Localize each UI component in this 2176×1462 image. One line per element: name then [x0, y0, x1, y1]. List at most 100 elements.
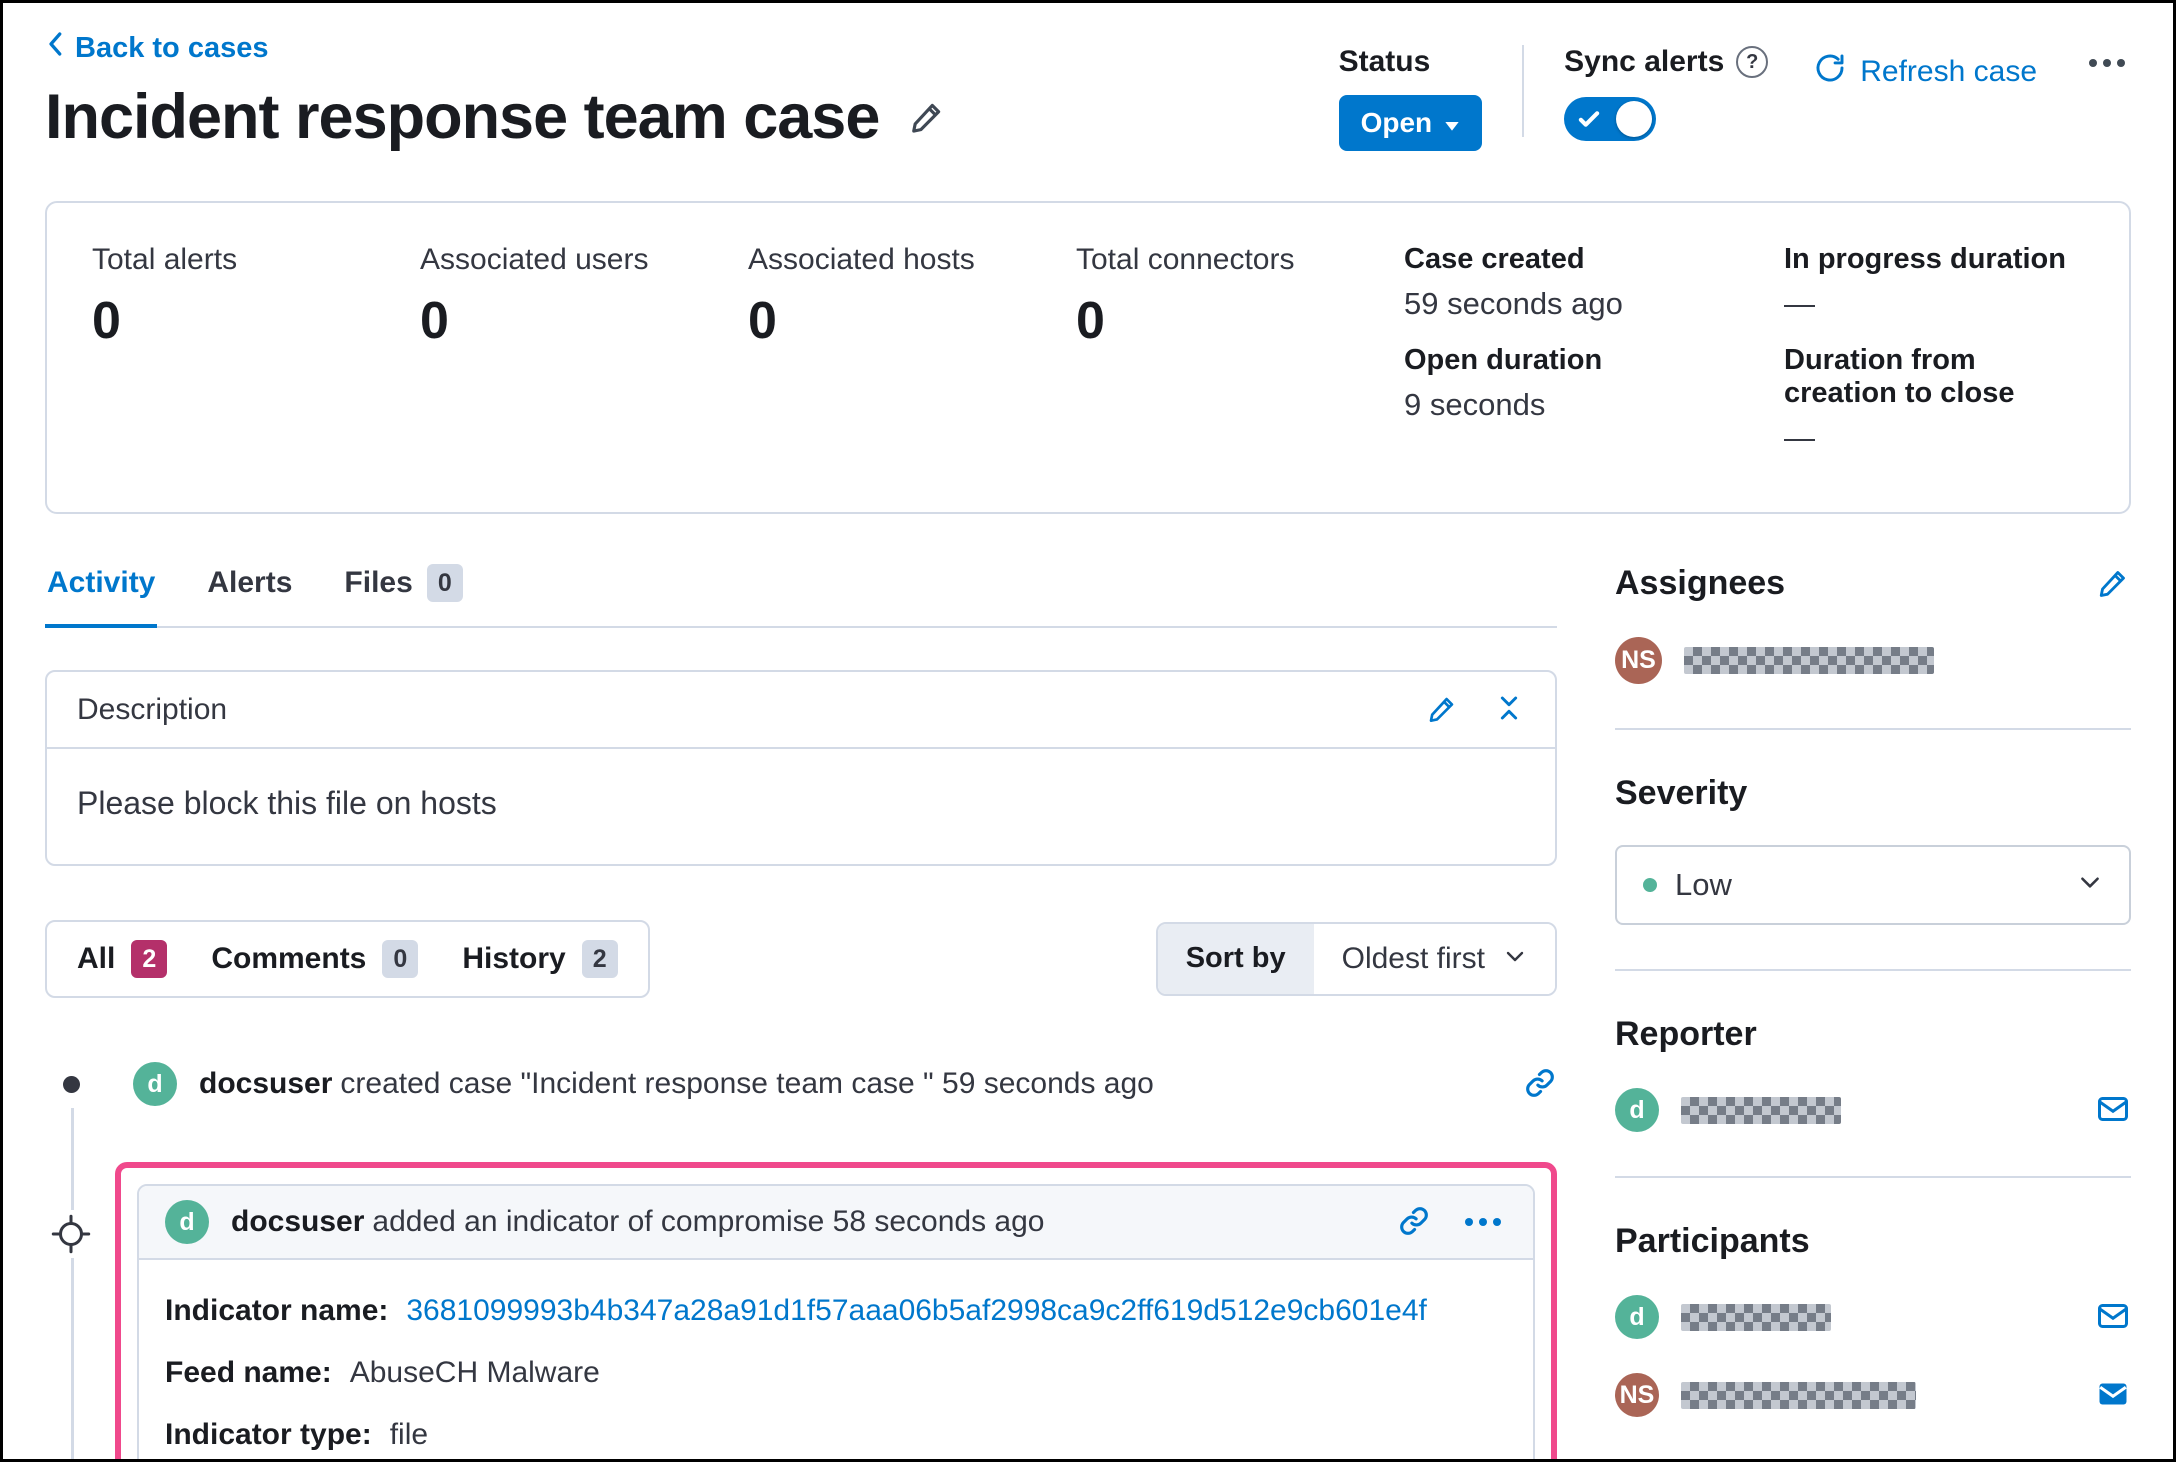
participants-title: Participants: [1615, 1222, 1810, 1260]
sort-order-dropdown[interactable]: Oldest first: [1313, 924, 1555, 994]
case-tabs: Activity Alerts Files 0: [45, 560, 1557, 628]
status-value: Open: [1360, 107, 1433, 138]
event-text: docsuser created case "Incident response …: [199, 1067, 1501, 1101]
reporter-row: d: [1615, 1088, 2131, 1132]
edit-assignees-button[interactable]: [2097, 565, 2131, 602]
metric-label: Associated hosts: [748, 243, 975, 276]
help-icon[interactable]: ?: [1736, 46, 1769, 78]
collapse-icon: [1493, 692, 1525, 727]
chevron-down-icon: [2077, 867, 2103, 903]
status-block: Status Open: [1338, 45, 1483, 151]
redacted-name: [1684, 647, 1934, 674]
more-actions-button[interactable]: [2083, 45, 2131, 81]
tab-files[interactable]: Files 0: [342, 560, 464, 626]
tab-alerts[interactable]: Alerts: [205, 560, 294, 626]
pencil-icon: [909, 97, 947, 138]
filter-history[interactable]: History 2: [440, 934, 639, 984]
main-column: Activity Alerts Files 0 Description Plea…: [45, 560, 1557, 1459]
avatar: d: [165, 1200, 209, 1244]
metric-label: Total connectors: [1076, 243, 1295, 276]
metric-total-connectors: Total connectors 0: [1076, 243, 1404, 351]
status-dropdown[interactable]: Open: [1338, 95, 1483, 151]
email-button[interactable]: [2095, 1298, 2131, 1337]
link-icon: [1397, 1204, 1431, 1241]
envelope-filled-icon: [2095, 1376, 2131, 1415]
timeline-event-created: d docsuser created case "Incident respons…: [45, 1052, 1557, 1116]
activity-filter-row: All 2 Comments 0 History 2 Sort by Oldes…: [45, 920, 1557, 998]
history-count-badge: 2: [581, 940, 618, 978]
tab-files-label: Files: [344, 566, 413, 599]
indicator-name-label: Indicator name:: [165, 1294, 389, 1327]
page-title: Incident response team case: [45, 82, 880, 152]
feed-name-row: Feed name: AbuseCH Malware: [165, 1356, 1507, 1390]
activity-timeline: d docsuser created case "Incident respons…: [45, 1052, 1557, 1459]
feed-name-value: AbuseCH Malware: [349, 1356, 600, 1389]
indicator-type-value: file: [389, 1418, 429, 1451]
severity-select[interactable]: Low: [1615, 845, 2131, 925]
participant-row: d: [1615, 1295, 2131, 1339]
chevron-left-icon: [45, 29, 67, 67]
sort-by-label: Sort by: [1157, 924, 1314, 994]
copy-link-button[interactable]: [1397, 1204, 1431, 1241]
assignees-title: Assignees: [1615, 564, 1786, 602]
case-summary-panel: Total alerts 0 Associated users 0 Associ…: [45, 201, 2131, 514]
participant-row: NS: [1615, 1373, 2131, 1417]
avatar: NS: [1615, 637, 1662, 684]
sidebar-divider: [1615, 969, 2131, 971]
metric-value: 0: [748, 292, 777, 350]
indicator-name-link[interactable]: 3681099993b4b347a28a91d1f57aaa06b5af2998…: [406, 1294, 1426, 1328]
back-to-cases-link[interactable]: Back to cases: [45, 29, 947, 67]
link-icon: [1523, 1066, 1557, 1103]
filter-history-label: History: [462, 942, 566, 975]
avatar: d: [1615, 1295, 1659, 1339]
filter-all-label: All: [77, 942, 116, 975]
reporter-title: Reporter: [1615, 1015, 1757, 1053]
metric-associated-users: Associated users 0: [420, 243, 748, 351]
sync-alerts-block: Sync alerts ?: [1564, 45, 1769, 145]
email-button[interactable]: [2095, 1091, 2131, 1130]
refresh-icon: [1814, 52, 1846, 92]
edit-description-button[interactable]: [1427, 692, 1459, 727]
comments-count-badge: 0: [382, 940, 419, 978]
filter-comments[interactable]: Comments 0: [189, 934, 440, 984]
tab-activity[interactable]: Activity: [45, 560, 158, 628]
redacted-name: [1681, 1381, 1916, 1409]
description-title: Description: [77, 692, 228, 726]
tab-alerts-label: Alerts: [207, 566, 293, 599]
chevron-down-icon: [1503, 942, 1527, 976]
open-duration-label: Open duration: [1404, 344, 1603, 376]
sort-order-value: Oldest first: [1341, 942, 1485, 975]
filter-comments-label: Comments: [211, 942, 367, 975]
collapse-description-button[interactable]: [1493, 692, 1525, 727]
envelope-icon: [2095, 1091, 2131, 1130]
timeline-rail: [71, 1092, 74, 1459]
severity-dot-icon: [1643, 878, 1657, 892]
sort-group: Sort by Oldest first: [1155, 922, 1557, 996]
avatar: d: [1615, 1088, 1659, 1132]
check-icon: [1576, 106, 1602, 132]
header-left: Back to cases Incident response team cas…: [45, 29, 947, 153]
open-duration-value: 9 seconds: [1404, 387, 1546, 422]
indicator-comment-panel: d docsuser added an indicator of compromi…: [137, 1184, 1535, 1459]
comment-actions-button[interactable]: [1459, 1204, 1507, 1240]
email-button[interactable]: [2095, 1376, 2131, 1415]
indicator-name-row: Indicator name: 3681099993b4b347a28a91d1…: [165, 1294, 1507, 1328]
indicator-type-label: Indicator type:: [165, 1418, 372, 1451]
event-text: docsuser added an indicator of compromise…: [231, 1205, 1375, 1239]
case-detail-page: Back to cases Incident response team cas…: [0, 0, 2176, 1462]
indicator-type-row: Indicator type: file: [165, 1418, 1507, 1452]
activity-filter-group: All 2 Comments 0 History 2: [45, 920, 650, 998]
redacted-name: [1681, 1096, 1841, 1124]
comment-header: d docsuser added an indicator of compromi…: [139, 1186, 1533, 1260]
refresh-case-button[interactable]: Refresh case: [1808, 51, 2043, 93]
copy-link-button[interactable]: [1523, 1066, 1557, 1103]
comment-body: Indicator name: 3681099993b4b347a28a91d1…: [139, 1260, 1533, 1459]
edit-title-button[interactable]: [909, 97, 947, 138]
timeline-dot-marker: [47, 1060, 95, 1108]
tab-activity-label: Activity: [47, 566, 156, 599]
sync-alerts-toggle[interactable]: [1564, 97, 1657, 141]
event-action: added an indicator of compromise 58 seco…: [372, 1205, 1045, 1238]
feed-name-label: Feed name:: [165, 1356, 332, 1389]
header: Back to cases Incident response team cas…: [45, 29, 2131, 153]
filter-all[interactable]: All 2: [55, 934, 189, 984]
